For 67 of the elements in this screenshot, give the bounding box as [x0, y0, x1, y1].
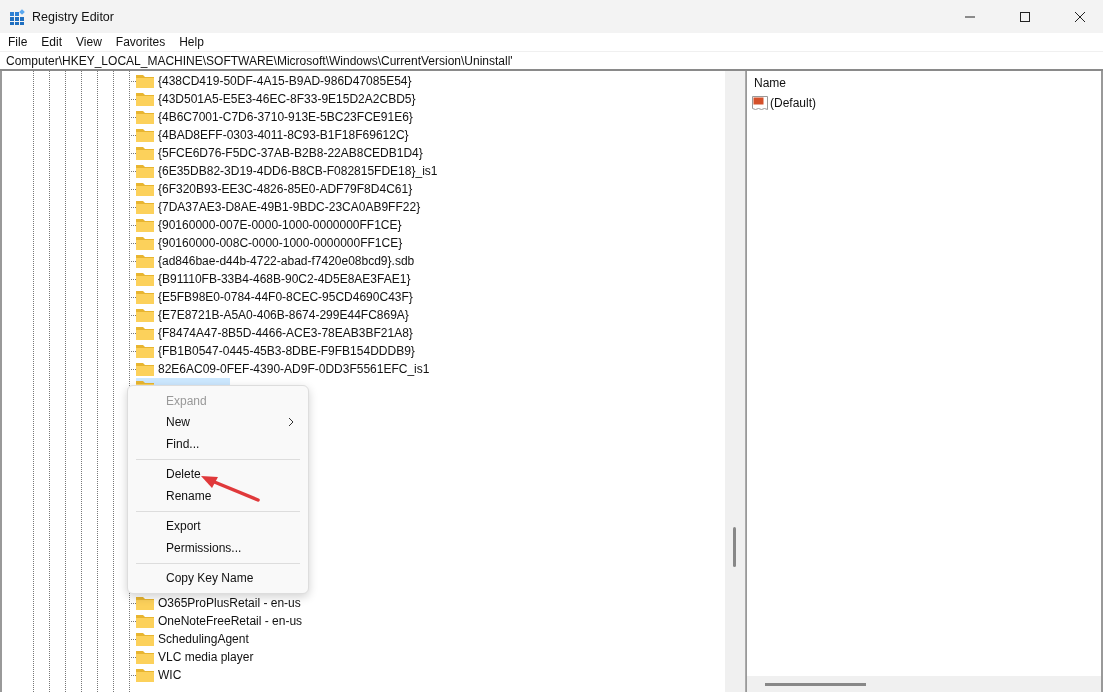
folder-icon — [136, 272, 154, 286]
close-icon — [1075, 11, 1085, 22]
folder-icon — [136, 254, 154, 268]
tree-node[interactable]: OneNoteFreeRetail - en-us — [136, 612, 305, 630]
maximize-icon — [1020, 11, 1030, 22]
folder-icon — [136, 92, 154, 106]
context-menu-item[interactable]: Find... — [128, 433, 308, 455]
tree-node[interactable]: {E5FB98E0-0784-44F0-8CEC-95CD4690C43F} — [136, 288, 415, 306]
folder-icon — [136, 596, 154, 610]
folder-icon — [136, 200, 154, 214]
context-menu-item[interactable]: Delete — [128, 463, 308, 485]
scrollbar-thumb[interactable] — [733, 527, 736, 567]
context-menu-item[interactable]: New — [128, 411, 308, 433]
folder-icon — [136, 290, 154, 304]
folder-icon — [136, 182, 154, 196]
folder-icon — [136, 146, 154, 160]
tree-node[interactable]: {B91110FB-33B4-468B-90C2-4D5E8AE3FAE1} — [136, 270, 413, 288]
tree-node[interactable]: {FB1B0547-0445-45B3-8DBE-F9FB154DDDB9} — [136, 342, 417, 360]
value-name[interactable]: (Default) — [770, 96, 816, 110]
folder-icon — [136, 74, 154, 88]
tree-node[interactable]: {43D501A5-E5E3-46EC-8F33-9E15D2A2CBD5} — [136, 90, 418, 108]
folder-icon — [136, 326, 154, 340]
registry-cubes-icon — [9, 8, 25, 25]
context-menu-item[interactable]: Export — [128, 515, 308, 537]
window-title: Registry Editor — [32, 9, 114, 24]
folder-icon — [136, 128, 154, 142]
menu-item[interactable]: View — [76, 35, 102, 49]
menu-item[interactable]: File — [8, 35, 28, 49]
tree-node[interactable]: {6E35DB82-3D19-4DD6-B8CB-F082815FDE18}_is1 — [136, 162, 440, 180]
folder-icon — [136, 632, 154, 646]
tree-node[interactable]: 82E6AC09-0FEF-4390-AD9F-0DD3F5561EFC_is1 — [136, 360, 432, 378]
menu-item[interactable]: Favorites — [115, 35, 166, 49]
tree-node[interactable]: {6F320B93-EE3C-4826-85E0-ADF79F8D4C61} — [136, 180, 415, 198]
context-menu-item[interactable]: Rename — [128, 485, 308, 507]
address-field[interactable]: Computer\HKEY_LOCAL_MACHINE\SOFTWARE\Microsoft\Windows\CurrentVersion\Uninstall' — [0, 51, 1103, 71]
tree-node[interactable]: VLC media player — [136, 648, 256, 666]
folder-icon — [136, 362, 154, 376]
folder-icon — [136, 650, 154, 664]
tree-node[interactable]: WIC — [136, 666, 184, 684]
tree-node[interactable]: {5FCE6D76-F5DC-37AB-B2B8-22AB8CEDB1D4} — [136, 144, 425, 162]
tree-node[interactable]: {F8474A47-8B5D-4466-ACE3-78EAB3BF21A8} — [136, 324, 415, 342]
context-menu-item[interactable]: Copy Key Name — [128, 567, 308, 589]
folder-icon — [136, 308, 154, 322]
folder-icon — [136, 344, 154, 358]
scrollbar-thumb[interactable] — [765, 682, 866, 686]
chevron-right-icon — [288, 417, 294, 428]
column-header[interactable]: Name — [754, 75, 786, 90]
tree-node[interactable]: {E7E8721B-A5A0-406B-8674-299E44FC869A} — [136, 306, 411, 324]
tree-node[interactable]: {7DA37AE3-D8AE-49B1-9BDC-23CA0AB9FF22} — [136, 198, 423, 216]
menu-item[interactable]: Help — [179, 35, 204, 49]
tree-node[interactable]: {4B6C7001-C7D6-3710-913E-5BC23FCE91E6} — [136, 108, 415, 126]
folder-icon — [136, 164, 154, 178]
tree-node[interactable]: {ad846bae-d44b-4722-abad-f7420e08bcd9}.sdb — [136, 252, 417, 270]
tree-node[interactable]: {438CD419-50DF-4A15-B9AD-986D47085E54} — [136, 72, 414, 90]
tree-node[interactable]: O365ProPlusRetail - en-us — [136, 594, 303, 612]
menu-item[interactable]: Edit — [41, 35, 63, 49]
tree-node[interactable]: {90160000-008C-0000-1000-0000000FF1CE} — [136, 234, 405, 252]
folder-icon — [136, 236, 154, 250]
folder-icon — [136, 668, 154, 682]
tree-node[interactable]: {4BAD8EFF-0303-4011-8C93-B1F18F69612C} — [136, 126, 411, 144]
tree-node[interactable]: SchedulingAgent — [136, 630, 251, 648]
folder-icon — [136, 218, 154, 232]
tree-node[interactable]: {90160000-007E-0000-1000-0000000FF1CE} — [136, 216, 404, 234]
folder-icon — [136, 614, 154, 628]
folder-icon — [136, 110, 154, 124]
context-menu-item[interactable]: Permissions... — [128, 537, 308, 559]
string-value-icon — [752, 95, 768, 111]
